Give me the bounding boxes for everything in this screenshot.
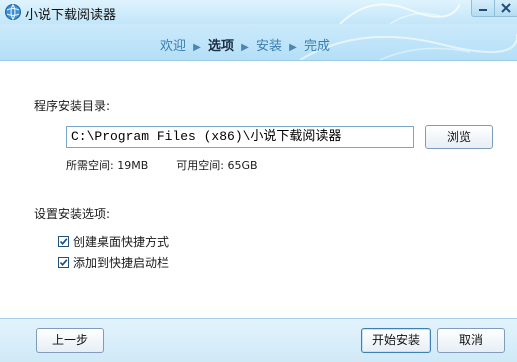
installer-window: 小说下载阅读器 欢迎 ▶ 选项 ▶ 安装 ▶ 完成 程序安装目录: C:\Pro… <box>0 0 517 362</box>
step-welcome: 欢迎 <box>160 39 187 54</box>
chevron-right-icon: ▶ <box>289 42 297 53</box>
step-install: 安装 <box>256 39 283 54</box>
minimize-button[interactable] <box>471 0 495 17</box>
available-space: 可用空间: 65GB <box>176 159 258 172</box>
chevron-right-icon: ▶ <box>241 42 249 53</box>
header-decoration <box>339 3 460 24</box>
minimize-icon <box>479 9 487 11</box>
step-finish: 完成 <box>304 39 331 54</box>
close-button[interactable] <box>494 0 517 17</box>
globe-icon <box>5 4 21 20</box>
step-options: 选项 <box>208 39 235 54</box>
cancel-button[interactable]: 取消 <box>437 328 505 353</box>
checkmark-icon <box>59 238 68 246</box>
chevron-right-icon: ▶ <box>193 42 201 53</box>
step-header: 欢迎 ▶ 选项 ▶ 安装 ▶ 完成 <box>0 24 517 60</box>
back-button[interactable]: 上一步 <box>36 328 104 353</box>
required-space: 所需空间: 19MB <box>66 159 149 172</box>
header-divider <box>0 60 517 61</box>
step-indicator: 欢迎 ▶ 选项 ▶ 安装 ▶ 完成 <box>160 35 330 54</box>
browse-button[interactable]: 浏览 <box>425 125 493 149</box>
install-path-input[interactable]: C:\Program Files (x86)\小说下载阅读器 <box>66 126 414 148</box>
quick-launch-checkbox[interactable] <box>58 257 69 268</box>
option-quick-launch[interactable]: 添加到快捷启动栏 <box>58 254 169 271</box>
quick-launch-label: 添加到快捷启动栏 <box>73 256 170 270</box>
install-dir-label: 程序安装目录: <box>34 99 111 113</box>
option-desktop-shortcut[interactable]: 创建桌面快捷方式 <box>58 233 169 250</box>
disk-space-info: 所需空间: 19MB 可用空间: 65GB <box>66 157 258 173</box>
checkmark-icon <box>59 259 68 267</box>
start-install-button[interactable]: 开始安装 <box>361 328 431 353</box>
install-options-label: 设置安装选项: <box>34 207 111 221</box>
desktop-shortcut-label: 创建桌面快捷方式 <box>73 235 170 249</box>
window-title: 小说下载阅读器 <box>25 8 117 23</box>
title-bar: 小说下载阅读器 <box>0 0 517 24</box>
close-icon <box>501 3 511 13</box>
desktop-shortcut-checkbox[interactable] <box>58 236 69 247</box>
